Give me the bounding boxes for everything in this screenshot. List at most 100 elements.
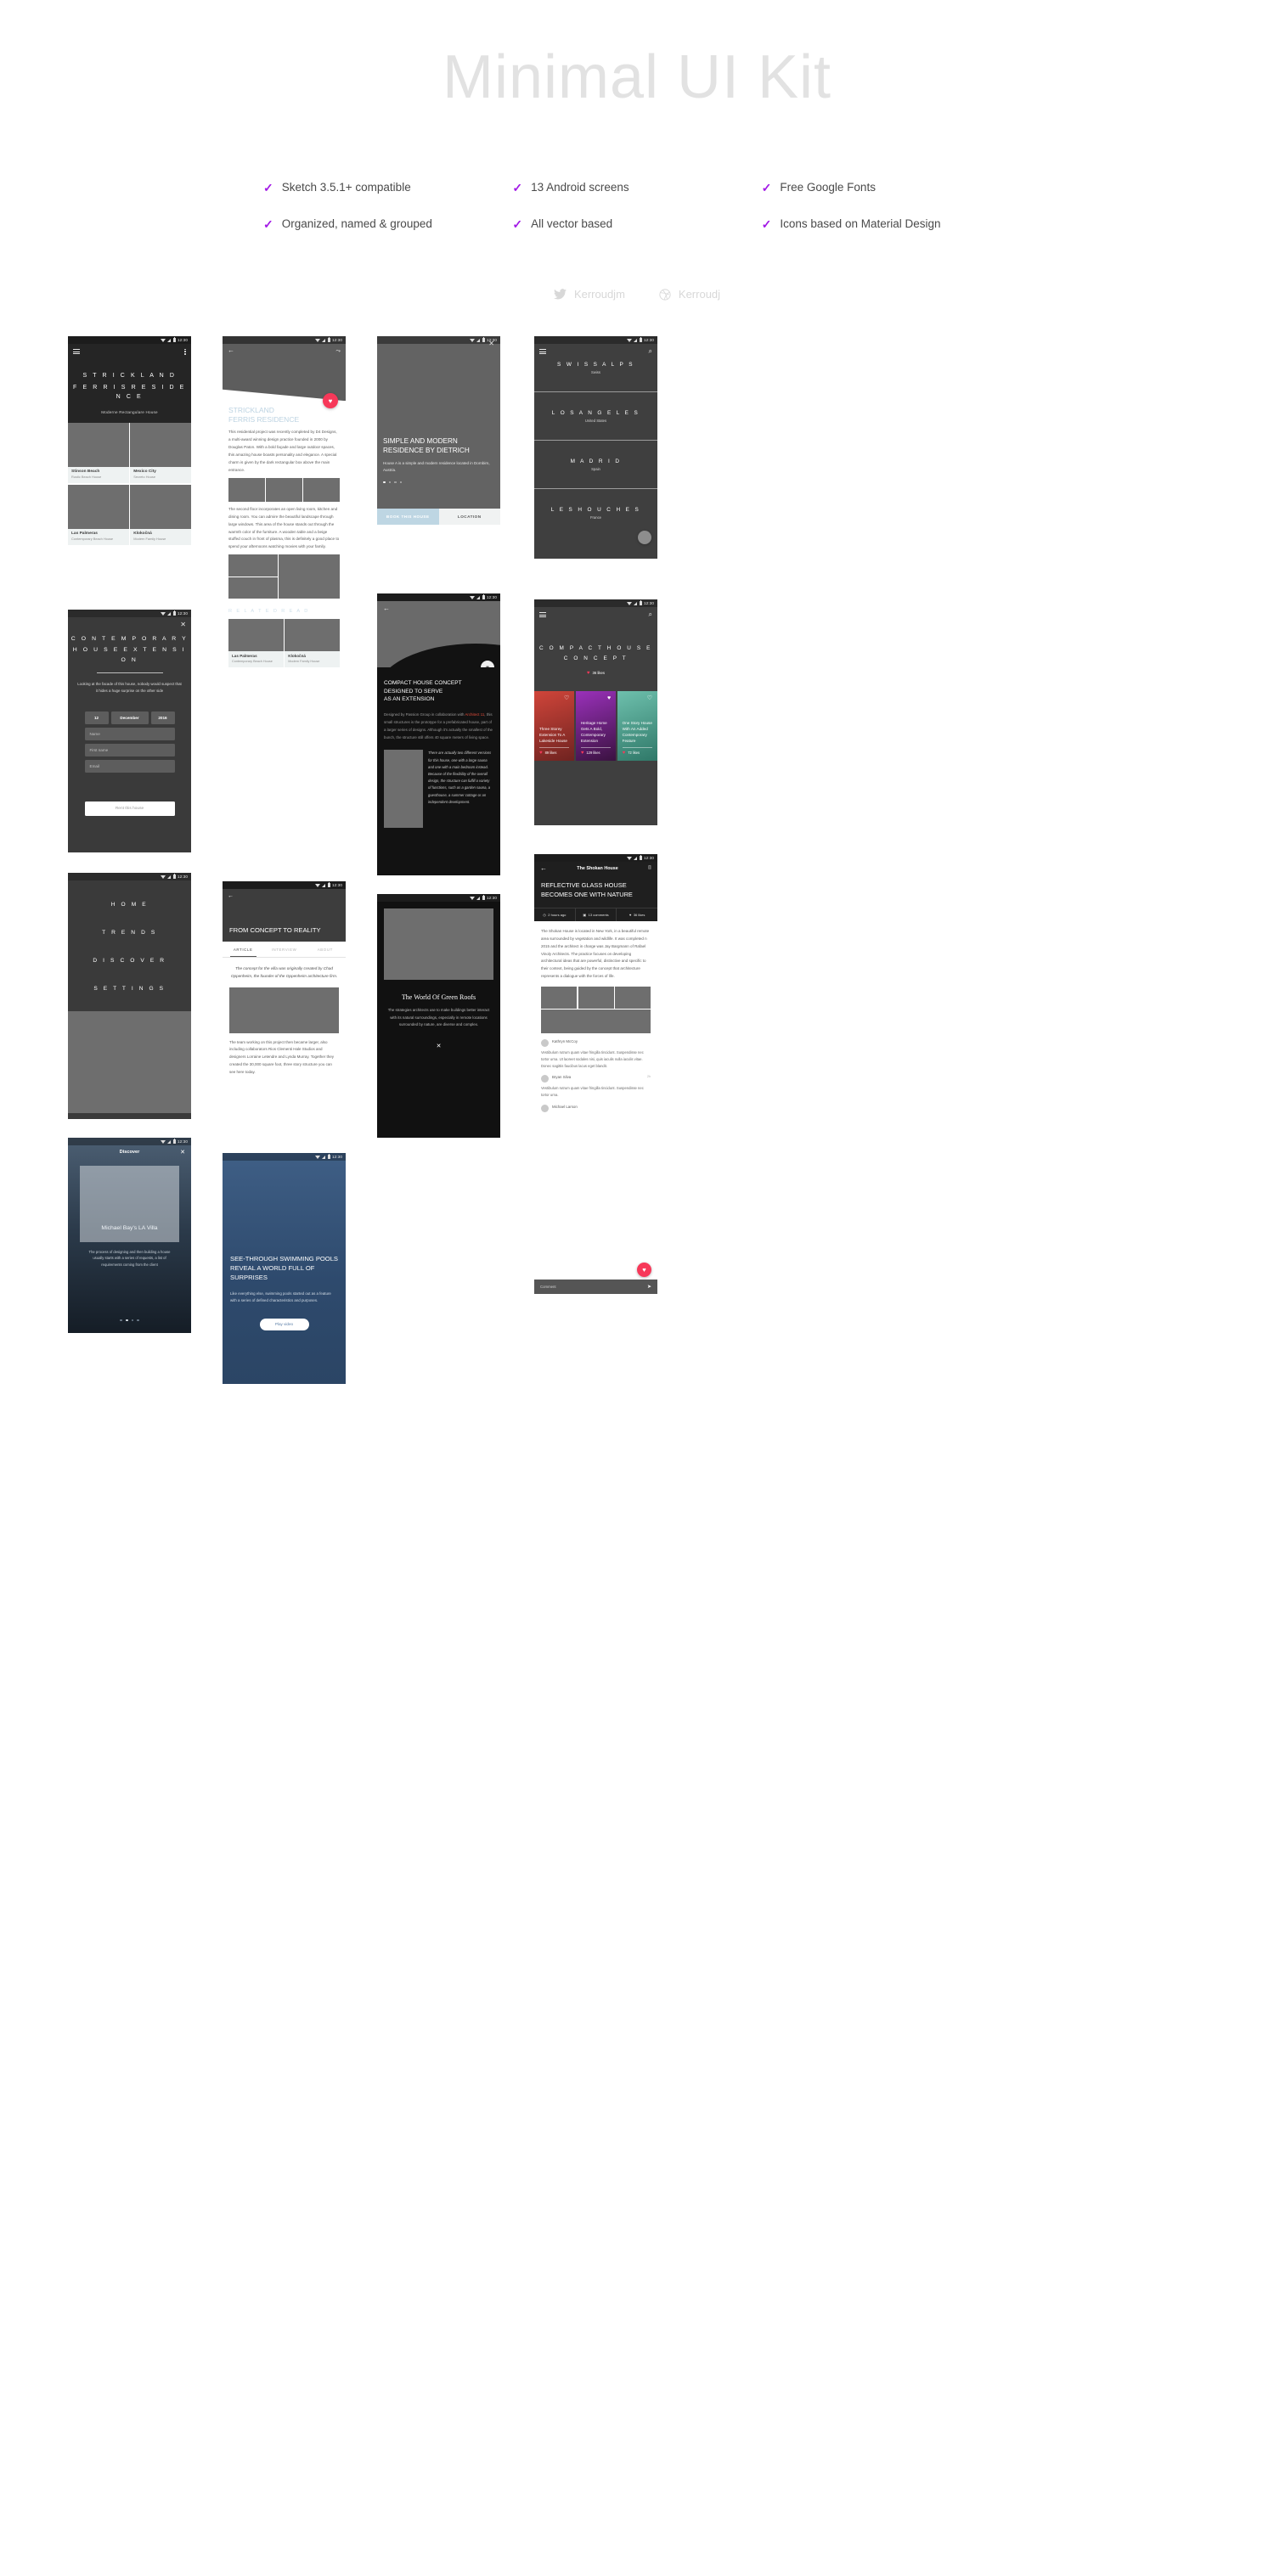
comment-input-bar[interactable]: Comment ➤ (534, 1280, 657, 1295)
location-item-los-angeles[interactable]: L O S A N G E L E S United States (534, 392, 657, 442)
month-field[interactable]: December (110, 711, 149, 724)
hamburger-icon[interactable] (539, 611, 546, 619)
dribbble-link[interactable]: Kerroudj (659, 288, 720, 301)
likes-label: 36 likes (592, 671, 606, 676)
favorite-fab[interactable]: ♥ (637, 1263, 651, 1278)
book-house-button[interactable]: BOOK THIS HOUSE (377, 509, 439, 526)
comment-input[interactable]: Comment (540, 1285, 556, 1289)
location-item-les-houches[interactable]: L E S H O U C H E S France (534, 489, 657, 545)
comment-author: Kathryn McCoy (552, 1039, 578, 1044)
bookmark-filled-icon[interactable]: ♥ (607, 695, 611, 701)
discover-card[interactable]: Michael Bay's LA Villa The process of de… (80, 1166, 179, 1267)
send-icon[interactable]: ➤ (647, 1284, 651, 1290)
dot-active[interactable] (383, 481, 386, 484)
hamburger-icon[interactable] (73, 348, 80, 356)
dot[interactable] (394, 481, 397, 484)
app-bar: ← ⤳ (223, 344, 346, 357)
screen-title: SEE-THROUGH SWIMMING POOLS REVEAL A WORL… (230, 1255, 338, 1281)
date-picker: 12 December 2016 (68, 711, 191, 724)
day-field[interactable]: 12 (84, 711, 109, 724)
check-icon: ✓ (263, 180, 273, 194)
year-field[interactable]: 2016 (150, 711, 175, 724)
project-card[interactable]: ♡ Three Storey Extension To A Lakeside H… (534, 690, 575, 761)
share-icon[interactable]: ⤳ (335, 348, 341, 354)
search-icon[interactable]: ⌕ (649, 611, 652, 618)
arrow-back-icon[interactable]: ← (383, 605, 390, 612)
hero-image: 12:30 ← ⤳ ♥ (223, 336, 346, 409)
architect-link[interactable]: Architect 11 (465, 712, 484, 717)
location-country: Spain (591, 466, 600, 471)
rent-button[interactable]: Rent this house (84, 801, 175, 816)
property-image (130, 484, 191, 529)
article-header: REFLECTIVE GLASS HOUSE BECOMES ONE WITH … (534, 875, 657, 908)
clock-label: 12:30 (332, 883, 342, 888)
screen-subtitle: House A is a simple and modern residence… (383, 461, 490, 472)
carousel-dots[interactable] (68, 1319, 191, 1322)
dot[interactable] (137, 1319, 139, 1322)
dot-active[interactable] (125, 1319, 128, 1322)
bookmark-outline-icon[interactable]: ♡ (647, 695, 652, 701)
property-card[interactable]: Las Palmeras Contemporary Beach House (68, 484, 129, 546)
article-image-wide (541, 1010, 651, 1034)
nav-item-trends[interactable]: T R E N D S (68, 919, 191, 947)
nav-item-settings[interactable]: S E T T I N G S (68, 975, 191, 1003)
feature-label: Icons based on Material Design (780, 217, 941, 231)
email-input[interactable]: Email (84, 759, 175, 773)
app-bar: ⌕ (534, 607, 657, 622)
related-card[interactable]: Las Palmeras Contemporary Beach House (228, 619, 284, 667)
arrow-back-icon[interactable]: ← (540, 865, 547, 872)
dot[interactable] (120, 1319, 122, 1322)
dot[interactable] (131, 1319, 134, 1322)
card-carousel[interactable]: ♡ Three Storey Extension To A Lakeside H… (534, 690, 657, 761)
property-card[interactable]: Mexico City Secreto House (130, 422, 191, 484)
property-card[interactable]: Stinson Beach Rustic Beach House (68, 422, 129, 484)
dot[interactable] (388, 481, 392, 484)
hero-section: Minimal UI Kit ✓ Sketch 3.5.1+ compatibl… (0, 0, 1274, 301)
camera-icon[interactable]: ◉ (481, 661, 494, 668)
related-card[interactable]: Klokočná Modern Family House (285, 619, 340, 667)
first-name-input[interactable]: First name (84, 743, 175, 756)
nav-item-home[interactable]: H O M E (68, 891, 191, 919)
wifi-icon (160, 875, 166, 879)
project-card[interactable]: ♡ One Story House With An Added Contempo… (617, 690, 657, 761)
carousel-dots[interactable] (383, 481, 494, 484)
dot[interactable] (399, 481, 403, 484)
location-item-madrid[interactable]: M A D R I D Spain (534, 441, 657, 490)
meta-likes[interactable]: ♥ 36 likes (617, 908, 657, 921)
feature-label: Sketch 3.5.1+ compatible (281, 181, 411, 194)
arrow-back-icon[interactable]: ← (228, 893, 234, 899)
close-icon[interactable]: ✕ (488, 340, 494, 347)
card-likes: 89 likes (544, 751, 557, 756)
card-likes: 72 likes (628, 751, 640, 756)
property-image (130, 422, 191, 467)
meta-comments[interactable]: ▣ 13 comments (576, 908, 617, 922)
check-icon: ✓ (512, 217, 523, 231)
related-desc: Contemporary Beach House (232, 659, 273, 663)
feature-item: ✓ All vector based (512, 217, 761, 230)
twitter-link[interactable]: Kerroudjm (553, 288, 625, 301)
bookmark-outline-icon[interactable]: ⌷ (648, 865, 651, 872)
more-vert-icon[interactable] (184, 348, 186, 355)
play-video-button[interactable]: Play video (259, 1318, 309, 1330)
search-icon[interactable]: ⌕ (649, 348, 652, 355)
page-root: Minimal UI Kit ✓ Sketch 3.5.1+ compatibl… (0, 0, 1274, 2576)
property-card[interactable]: Klokočná Modern Family House (130, 484, 191, 546)
hamburger-icon[interactable] (539, 348, 546, 356)
location-button[interactable]: LOCATION (438, 509, 500, 526)
close-icon[interactable]: ✕ (180, 622, 186, 628)
close-icon[interactable]: ✕ (377, 1029, 500, 1058)
project-card[interactable]: ♥ Heritage Home Gets A Bold, Contemporar… (575, 690, 617, 761)
tab-interview[interactable]: INTERVIEW (263, 942, 304, 957)
clock-label: 12:30 (644, 601, 654, 606)
arrow-back-icon[interactable]: ← (228, 347, 234, 354)
tab-about[interactable]: ABOUT (305, 942, 346, 957)
feature-label: Organized, named & grouped (281, 217, 432, 231)
name-input[interactable]: Name (84, 727, 175, 740)
status-bar: 12:30 (68, 610, 191, 618)
nav-item-discover[interactable]: D I S C O V E R (68, 947, 191, 975)
tab-article[interactable]: ARTICLE (223, 942, 263, 958)
close-icon[interactable]: ✕ (180, 1149, 185, 1156)
bookmark-outline-icon[interactable]: ♡ (564, 695, 569, 701)
floating-action-button[interactable] (638, 531, 651, 545)
clock-label: 12:30 (487, 595, 497, 600)
